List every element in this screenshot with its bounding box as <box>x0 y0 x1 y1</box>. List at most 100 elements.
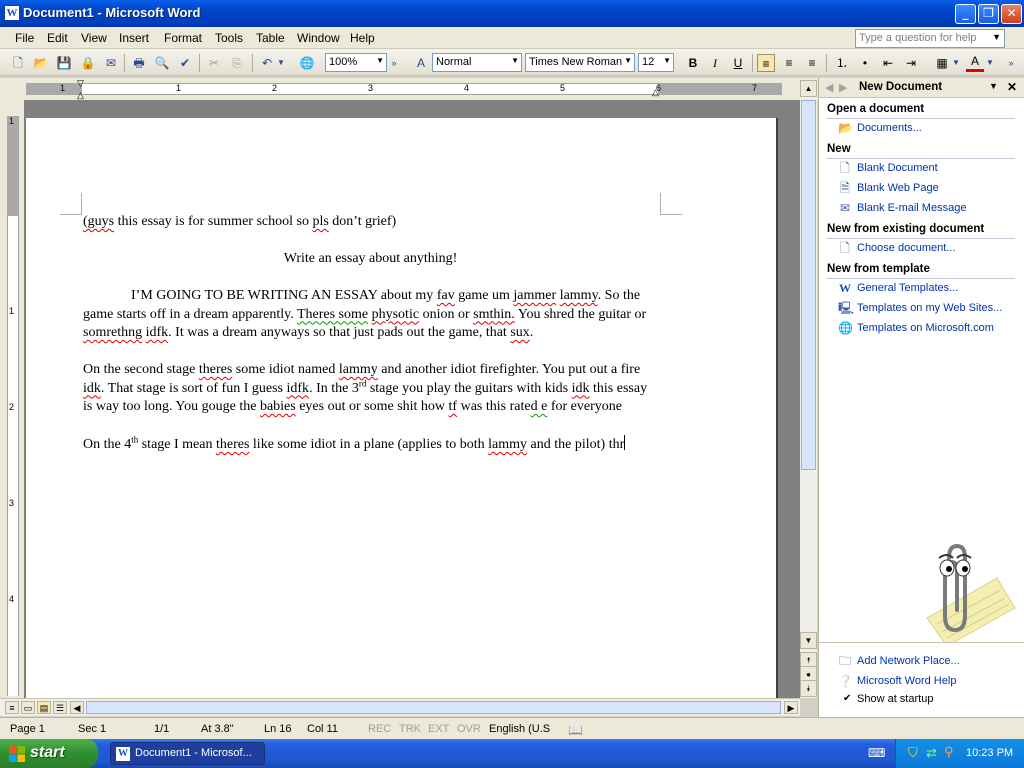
word-app-icon[interactable]: W <box>4 5 20 21</box>
permission-icon[interactable]: 🔒 <box>79 54 97 72</box>
first-line-indent-marker[interactable]: ▽ <box>77 78 84 89</box>
link-blank-web-page[interactable]: Blank Web Page <box>857 182 939 194</box>
document-area[interactable]: (guys this essay is for summer school so… <box>24 100 800 698</box>
keyboard-icon[interactable]: ⌨ <box>868 746 885 760</box>
menu-view[interactable]: View <box>81 31 107 45</box>
copy-icon[interactable]: ⎘ <box>228 54 246 72</box>
outline-view-icon[interactable]: ☰ <box>53 701 67 714</box>
scroll-right-icon[interactable]: ▶ <box>784 701 798 714</box>
menu-window[interactable]: Window <box>297 31 340 45</box>
task-pane-close-icon[interactable]: ✕ <box>1007 80 1017 94</box>
scroll-down-icon[interactable]: ▼ <box>800 632 817 649</box>
menu-table[interactable]: Table <box>256 31 285 45</box>
horizontal-scrollbar[interactable]: ≡ ▭ ▤ ☰ ◀ ▶ <box>0 698 800 716</box>
doc-paragraph[interactable]: (guys this essay is for summer school so… <box>83 213 658 232</box>
document-page[interactable]: (guys this essay is for summer school so… <box>26 118 778 698</box>
doc-paragraph[interactable]: I’M GOING TO BE WRITING AN ESSAY about m… <box>83 287 658 343</box>
spelling-status-icon[interactable]: 📖 <box>568 723 583 737</box>
styles-icon[interactable]: A <box>412 54 430 72</box>
link-blank-document[interactable]: Blank Document <box>857 162 938 174</box>
search-icon[interactable]: ⚲ <box>944 744 954 760</box>
doc-paragraph-title[interactable]: Write an essay about anything! <box>83 250 658 269</box>
toolbar-options-icon-2[interactable]: » <box>1005 54 1017 72</box>
print-layout-icon[interactable]: ▤ <box>37 701 51 714</box>
hyperlink-icon[interactable]: 🌐 <box>298 54 316 72</box>
hscroll-thumb[interactable] <box>86 701 781 714</box>
forward-arrow-icon[interactable]: ▶ <box>839 81 847 94</box>
email-icon[interactable]: ✉ <box>102 54 120 72</box>
status-trk[interactable]: TRK <box>399 723 421 735</box>
close-button[interactable]: ✕ <box>1001 4 1022 24</box>
status-rec[interactable]: REC <box>368 723 391 735</box>
link-blank-email[interactable]: Blank E-mail Message <box>857 202 966 214</box>
show-at-startup-checkbox[interactable]: ✔ <box>843 693 851 704</box>
menu-file[interactable]: File <box>15 31 34 45</box>
back-arrow-icon[interactable]: ◀ <box>825 81 833 94</box>
menu-insert[interactable]: Insert <box>119 31 149 45</box>
font-color-dropdown-icon[interactable]: ▼ <box>985 54 995 72</box>
align-right-icon[interactable]: ≡ <box>803 54 821 72</box>
vertical-ruler[interactable]: 1 1 2 3 4 <box>0 100 24 698</box>
print-icon[interactable]: 🖶 <box>130 54 148 72</box>
menu-tools[interactable]: Tools <box>215 31 243 45</box>
doc-paragraph[interactable]: On the second stage theres some idiot na… <box>83 361 658 417</box>
font-color-button[interactable]: A <box>966 54 984 72</box>
web-layout-icon[interactable]: ▭ <box>21 701 35 714</box>
title-bar[interactable]: W Document1 - Microsoft Word _ ❐ ✕ <box>0 0 1024 27</box>
clock[interactable]: 10:23 PM <box>966 747 1013 759</box>
security-shield-icon[interactable]: ⛉ <box>908 745 918 761</box>
normal-view-icon[interactable]: ≡ <box>5 701 19 714</box>
maximize-button[interactable]: ❐ <box>978 4 999 24</box>
scroll-thumb[interactable] <box>801 100 816 470</box>
underline-button[interactable]: U <box>729 54 747 72</box>
borders-icon[interactable]: ▦ <box>933 54 951 72</box>
align-left-icon[interactable]: ≡ <box>757 54 775 72</box>
new-document-icon[interactable]: 🗋 <box>9 54 27 72</box>
document-text[interactable]: (guys this essay is for summer school so… <box>83 213 658 455</box>
minimize-button[interactable]: _ <box>955 4 976 24</box>
link-web-site-templates[interactable]: Templates on my Web Sites... <box>857 302 1002 314</box>
office-assistant-clippy-icon[interactable] <box>897 538 1017 648</box>
bullets-icon[interactable]: • <box>856 54 874 72</box>
zoom-select[interactable]: 100% ▼ <box>325 53 387 72</box>
menu-format[interactable]: Format <box>164 31 202 45</box>
print-preview-icon[interactable]: 🔍 <box>153 54 171 72</box>
font-size-select[interactable]: 12 ▼ <box>638 53 674 72</box>
help-search-input[interactable]: Type a question for help ▼ <box>855 29 1005 48</box>
link-choose-document[interactable]: Choose document... <box>857 242 955 254</box>
task-pane-menu-icon[interactable]: ▼ <box>989 81 998 91</box>
doc-paragraph[interactable]: On the 4th stage I mean theres like some… <box>83 435 658 455</box>
increase-indent-icon[interactable]: ⇥ <box>902 54 920 72</box>
taskbar-word-button[interactable]: W Document1 - Microsof... <box>110 742 265 765</box>
link-microsoft-templates[interactable]: Templates on Microsoft.com <box>857 322 994 334</box>
style-select[interactable]: Normal ▼ <box>432 53 522 72</box>
toolbar-options-icon[interactable]: » <box>389 54 399 72</box>
bold-button[interactable]: B <box>684 54 702 72</box>
borders-dropdown-icon[interactable]: ▼ <box>951 54 961 72</box>
status-ext[interactable]: EXT <box>428 723 449 735</box>
open-folder-icon[interactable]: 📂 <box>32 54 50 72</box>
link-word-help[interactable]: Microsoft Word Help <box>857 675 956 687</box>
status-ovr[interactable]: OVR <box>457 723 481 735</box>
italic-button[interactable]: I <box>706 54 724 72</box>
help-dropdown-arrow[interactable]: ▼ <box>992 32 1001 42</box>
undo-dropdown-icon[interactable]: ▼ <box>276 54 286 72</box>
menu-help[interactable]: Help <box>350 31 375 45</box>
save-icon[interactable]: 💾 <box>55 54 73 72</box>
link-documents[interactable]: Documents... <box>857 122 922 134</box>
undo-icon[interactable]: ↶ <box>258 54 276 72</box>
link-general-templates[interactable]: General Templates... <box>857 282 958 294</box>
decrease-indent-icon[interactable]: ⇤ <box>879 54 897 72</box>
horizontal-ruler[interactable]: ▽ △ △ 1 1 2 3 4 5 6 7 <box>0 78 818 100</box>
start-button[interactable]: start <box>0 739 98 768</box>
network-icon[interactable]: ⇄ <box>926 745 937 761</box>
cut-icon[interactable]: ✂ <box>205 54 223 72</box>
font-select[interactable]: Times New Roman ▼ <box>525 53 635 72</box>
numbering-icon[interactable]: ⒈ <box>833 54 851 72</box>
scroll-left-icon[interactable]: ◀ <box>70 701 84 714</box>
scroll-up-icon[interactable]: ▲ <box>800 80 817 97</box>
vertical-scrollbar[interactable]: ▲ ▼ ⯭ ● ⯯ <box>800 80 817 698</box>
next-page-icon[interactable]: ⯯ <box>800 680 817 697</box>
menu-edit[interactable]: Edit <box>47 31 68 45</box>
spelling-icon[interactable]: ✔ <box>176 54 194 72</box>
